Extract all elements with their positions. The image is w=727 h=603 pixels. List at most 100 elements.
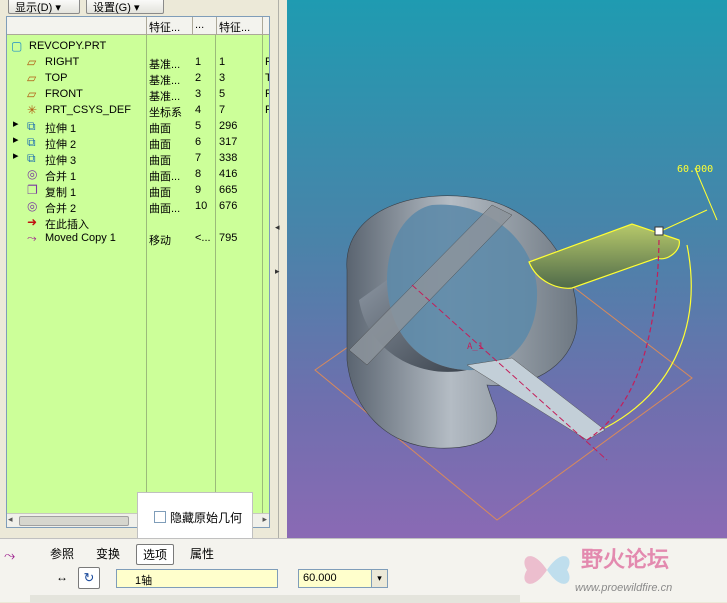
dimension-line (694, 167, 718, 221)
settings-menu-key: (G) (115, 2, 131, 14)
butterfly-logo-icon (524, 556, 570, 584)
rotation-arc (604, 244, 692, 429)
expand-icon[interactable]: ▸ (13, 119, 21, 130)
move-copy-icon: ⤳ (4, 547, 16, 563)
axis-label: A_1 (467, 342, 484, 352)
tree-item-type: 移动 (149, 235, 171, 247)
model-graphics (314, 167, 718, 521)
scroll-right-icon[interactable]: ▸ (262, 514, 267, 525)
column-header-name[interactable] (7, 17, 147, 35)
tree-item-number: 2 (195, 72, 202, 84)
axis-reference-value: 1轴 (135, 575, 153, 587)
column-header-feature-type[interactable]: 特征... (147, 17, 193, 35)
tree-item-number: <... (195, 232, 211, 244)
watermark-title: 野火论坛 (581, 548, 670, 573)
tree-item-extra: T (265, 72, 269, 84)
tree-item-type: 曲面 (149, 123, 171, 135)
tree-row[interactable]: ▸ ⧉ 拉伸 2 曲面 6 317 (7, 135, 269, 152)
tree-item-name: 拉伸 1 (45, 123, 77, 135)
csys-icon: ✳ (27, 103, 38, 117)
tree-item-name: FRONT (45, 88, 83, 100)
tree-row[interactable]: ◎ 合并 1 曲面... 8 416 (7, 167, 269, 183)
tree-item-name: 复制 1 (45, 187, 77, 199)
merge-icon: ◎ (27, 167, 38, 181)
show-menu-label: 显示 (15, 2, 37, 14)
tree-item-name: 合并 2 (45, 203, 77, 215)
tree-row[interactable]: ➜ 在此插入 (7, 215, 269, 231)
hide-original-checkbox[interactable] (154, 511, 166, 523)
tree-row[interactable]: ✳ PRT_CSYS_DEF 坐标系 4 7 F (7, 103, 269, 119)
tab-properties[interactable]: 属性 (184, 544, 220, 563)
tree-item-name: RIGHT (45, 56, 80, 68)
show-menu-key: (D) (37, 2, 53, 14)
angle-value: 60.000 (303, 572, 337, 584)
column-header-feature-number[interactable]: ... (193, 17, 217, 35)
column-header-extra (263, 17, 269, 35)
collapse-left-icon[interactable]: ◂ (275, 222, 280, 233)
angle-value-combobox[interactable]: 60.000 ▾ (298, 569, 388, 588)
tree-item-name: Moved Copy 1 (45, 232, 116, 244)
graphics-viewport[interactable]: 60.000 A_1 (287, 0, 727, 538)
chevron-down-icon[interactable]: ▾ (371, 570, 387, 587)
panel-splitter[interactable]: ◂ ▸ (272, 0, 286, 538)
tree-item-id: 7 (219, 104, 226, 116)
tree-item-number: 3 (195, 88, 202, 100)
tree-row[interactable]: ▸ ⧉ 拉伸 1 曲面 5 296 (7, 119, 269, 136)
extrude-icon: ⧉ (27, 119, 36, 133)
tree-row[interactable]: ▱ TOP 基准... 2 3 T (7, 71, 269, 87)
tree-item-id: 5 (219, 88, 226, 100)
column-header-feature-id[interactable]: 特征... (217, 17, 263, 35)
tree-item-id: 676 (219, 200, 238, 212)
dimension-leader (658, 209, 708, 233)
tab-options[interactable]: 选项 (136, 544, 175, 565)
tree-item-name: TOP (45, 72, 68, 84)
tree-item-extra: F (265, 56, 269, 68)
tree-item-id: 296 (219, 120, 238, 132)
rotate-button[interactable]: ↻ (78, 567, 100, 589)
scroll-left-icon[interactable]: ◂ (8, 514, 13, 525)
chevron-down-icon: ▾ (55, 2, 61, 14)
tree-row[interactable]: ❐ 复制 1 曲面 9 665 (7, 183, 269, 199)
tree-item-id: 416 (219, 168, 238, 180)
extrude-icon: ⧉ (27, 151, 36, 165)
tree-item-type: 曲面 (149, 155, 171, 167)
part-icon: ▢ (11, 39, 23, 53)
extrude-icon: ⧉ (27, 135, 36, 149)
tree-row[interactable]: ▱ FRONT 基准... 3 5 F (7, 87, 269, 103)
tree-item-extra: F (265, 88, 269, 100)
tree-item-type: 基准... (149, 59, 181, 71)
expand-icon[interactable]: ▸ (13, 135, 21, 146)
moved-copy-icon: ⤳ (27, 231, 37, 245)
scrollbar-thumb[interactable] (19, 516, 129, 526)
settings-menu-button[interactable]: 设置(G) ▾ (86, 0, 164, 14)
tree-item-id: 665 (219, 184, 238, 196)
tree-item-type: 曲面 (149, 139, 171, 151)
expand-icon[interactable]: ▸ (13, 151, 21, 162)
tree-item-number: 4 (195, 104, 202, 116)
tree-row[interactable]: ▱ RIGHT 基准... 1 1 F (7, 55, 269, 71)
tree-item-number: 10 (195, 200, 208, 212)
tree-item-extra: F (265, 104, 269, 116)
tree-row[interactable]: ▢ REVCOPY.PRT (7, 39, 269, 55)
tree-item-name: REVCOPY.PRT (29, 40, 107, 52)
datum-plane-icon: ▱ (27, 55, 37, 69)
tree-row[interactable]: ⤳ Moved Copy 1 移动 <... 795 (7, 231, 269, 247)
rotation-angle-dimension[interactable]: 60.000 (677, 164, 713, 175)
datum-plane-icon: ▱ (27, 71, 37, 85)
translate-icon[interactable]: ↔ (56, 570, 68, 584)
tree-row[interactable]: ◎ 合并 2 曲面... 10 676 (7, 199, 269, 215)
tree-item-name: 合并 1 (45, 171, 77, 183)
drag-handle (654, 226, 664, 236)
show-menu-button[interactable]: 显示(D) ▾ (8, 0, 80, 14)
tab-transform[interactable]: 变换 (90, 544, 126, 563)
expand-right-icon[interactable]: ▸ (275, 266, 280, 277)
tab-references[interactable]: 参照 (44, 544, 80, 563)
tree-row[interactable]: ▸ ⧉ 拉伸 3 曲面 7 338 (7, 151, 269, 168)
merge-icon: ◎ (27, 199, 38, 213)
settings-menu-label: 设置 (93, 2, 115, 14)
model-tree: 特征... ... 特征... ▢ REVCOPY.PRT ▱ RIGHT 基准... 1… (6, 16, 270, 528)
forum-watermark: 野火论坛 www.proewildfire.cn (515, 538, 727, 602)
axis-reference-collector[interactable]: 1轴 (116, 569, 278, 588)
tree-item-type: 曲面... (149, 203, 181, 215)
watermark-url: www.proewildfire.cn (575, 582, 673, 594)
